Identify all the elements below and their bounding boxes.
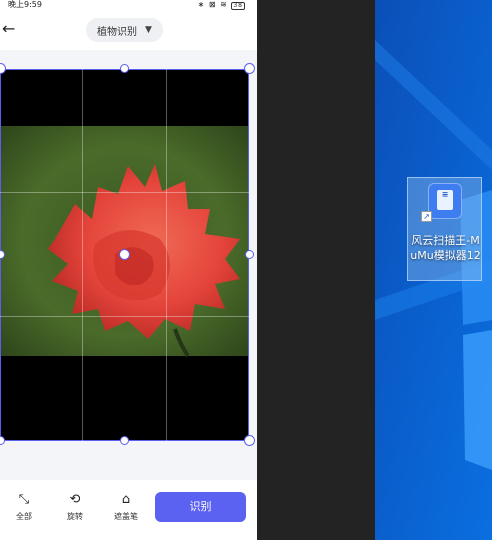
triangle-down-icon: ▼	[145, 25, 152, 35]
recognize-button[interactable]: 识别	[155, 492, 246, 522]
mode-selector-label: 植物识别	[97, 26, 138, 38]
crop-handle-right[interactable]	[245, 250, 254, 259]
expand-corners-icon: ⤡	[18, 492, 30, 507]
status-bar: 晚上9:59 ∗ ⊠ ≋ 38	[0, 0, 257, 10]
status-icon-group: ∗ ⊠ ≋	[197, 0, 228, 9]
desktop-shortcut[interactable]: ≡ ↗ 风云扫描王-MuMu模拟器12	[407, 177, 482, 281]
bottom-toolbar: ⤡ 全部 ⟲ 旋转 ⌂ 遮盖笔 识别	[0, 480, 257, 540]
tool-rotate[interactable]: ⟲ 旋转	[57, 492, 93, 522]
scanner-app-icon: ≡	[428, 183, 462, 219]
crop-canvas	[0, 50, 257, 480]
rotate-icon: ⟲	[69, 492, 81, 507]
tool-label: 旋转	[67, 512, 83, 521]
grid-line-vertical	[82, 69, 83, 441]
crop-handle-center[interactable]	[119, 249, 130, 260]
battery-icon: 38	[231, 2, 245, 10]
crop-handle-top[interactable]	[120, 64, 129, 73]
crop-handle-bottom-left[interactable]	[0, 436, 5, 445]
tool-label: 全部	[16, 512, 32, 521]
eraser-pen-icon: ⌂	[121, 492, 131, 507]
shortcut-arrow-icon: ↗	[421, 211, 432, 222]
phone-screen: 晚上9:59 ∗ ⊠ ≋ 38 ← 植物识别 ▼ ⤡ 全部 ⟲ 旋转 ⌂ 遮盖笔…	[0, 0, 257, 540]
mode-selector[interactable]: 植物识别 ▼	[86, 18, 163, 42]
document-icon: ≡	[437, 190, 453, 210]
shortcut-label: 风云扫描王-MuMu模拟器12	[410, 234, 481, 262]
crop-handle-bottom-right[interactable]	[244, 435, 255, 446]
arrow-left-icon[interactable]: ←	[2, 19, 22, 39]
crop-handle-top-right[interactable]	[244, 63, 255, 74]
tool-mask-pen[interactable]: ⌂ 遮盖笔	[108, 492, 144, 522]
status-time: 晚上9:59	[8, 0, 42, 9]
tool-select-all[interactable]: ⤡ 全部	[6, 492, 42, 522]
tool-label: 遮盖笔	[114, 512, 138, 521]
crop-handle-bottom[interactable]	[120, 436, 129, 445]
grid-line-horizontal	[0, 192, 249, 193]
grid-line-horizontal	[0, 316, 249, 317]
header-bar: ← 植物识别 ▼	[0, 10, 257, 50]
grid-line-vertical	[166, 69, 167, 441]
status-icons: ∗ ⊠ ≋ 38	[198, 0, 245, 10]
window-divider	[257, 0, 375, 540]
